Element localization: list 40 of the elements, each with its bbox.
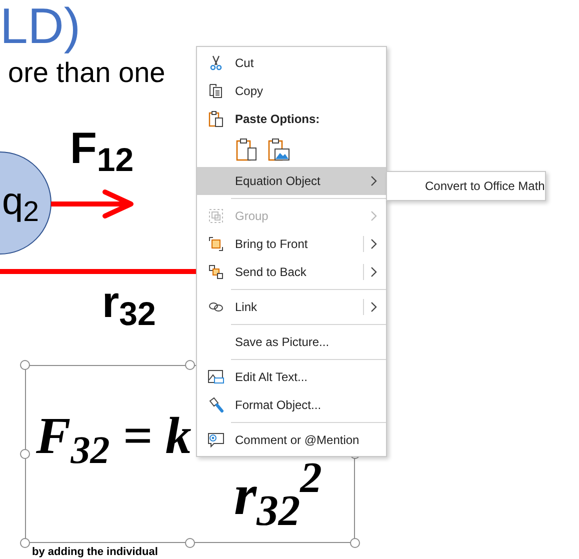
slide-title: LD) (0, 0, 81, 52)
chevron-right-icon (370, 210, 378, 222)
paste-keep-button[interactable] (235, 137, 259, 163)
scissors-icon (208, 55, 224, 71)
bring-to-front-icon (208, 236, 224, 252)
menu-item[interactable]: Link (197, 293, 386, 321)
resize-handle[interactable] (185, 360, 195, 370)
copy-icon (208, 83, 224, 99)
comment-icon (207, 432, 225, 448)
menu-item[interactable]: Edit Alt Text... (197, 363, 386, 391)
resize-handle[interactable] (185, 538, 195, 548)
paste-picture-button[interactable] (267, 137, 291, 163)
menu-item[interactable]: Equation Object (197, 167, 386, 195)
equation-text: F$_{32}$ = k (36, 407, 192, 469)
resize-handle[interactable] (20, 360, 30, 370)
chevron-right-icon (370, 266, 378, 278)
chevron-right-icon (370, 175, 378, 187)
menu-item[interactable]: Comment or @Mention (197, 426, 386, 454)
menu-item[interactable]: Format Object... (197, 391, 386, 419)
menu-item[interactable]: Cut (197, 49, 386, 77)
menu-item[interactable]: Copy (197, 77, 386, 105)
menu-item[interactable]: Convert to Office Math (387, 172, 545, 200)
body-text: ore than one (8, 56, 166, 90)
chevron-right-icon (370, 301, 378, 313)
section-header: Paste Options: (235, 111, 320, 128)
format-brush-icon (208, 397, 224, 413)
resize-handle[interactable] (350, 538, 360, 548)
chevron-right-icon (370, 238, 378, 250)
alt-text-icon (207, 369, 225, 385)
force-label: F$_{12}$ (70, 124, 134, 174)
menu-item[interactable]: Save as Picture... (197, 328, 386, 356)
menu-item[interactable]: Send to Back (197, 258, 386, 286)
menu-item[interactable]: Bring to Front (197, 230, 386, 258)
resize-handle[interactable] (20, 449, 30, 459)
send-to-back-icon (208, 264, 224, 280)
resize-handle[interactable] (20, 538, 30, 548)
charge-label: q$_{2}$ (2, 180, 39, 224)
body-text: by adding the individual (32, 546, 158, 558)
group-icon (208, 208, 224, 224)
distance-label: r$_{32}$ (102, 278, 156, 328)
